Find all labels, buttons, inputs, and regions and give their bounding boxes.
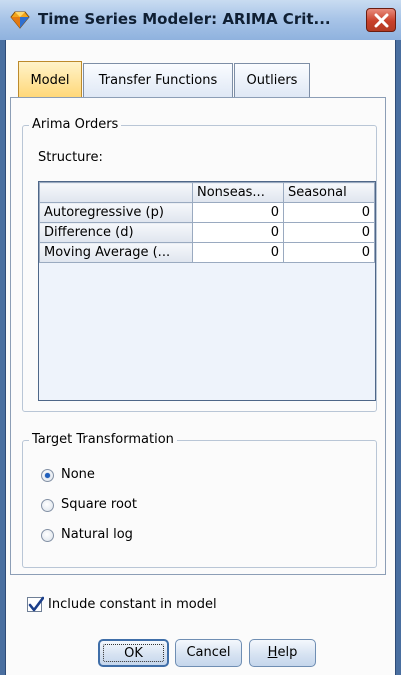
cell-ar-seasonal[interactable]: 0: [283, 202, 375, 223]
dialog-window: Time Series Modeler: ARIMA Crit... Model…: [0, 0, 401, 675]
column-header-nonseasonal[interactable]: Nonseas...: [192, 182, 284, 203]
tab-outliers[interactable]: Outliers: [234, 63, 310, 97]
help-button-label: elp: [277, 645, 298, 660]
table-row: Difference (d) 0 0: [39, 222, 375, 243]
column-header-seasonal[interactable]: Seasonal: [283, 182, 375, 203]
row-header-difference: Difference (d): [39, 222, 193, 243]
arima-orders-grid[interactable]: Nonseas... Seasonal Autoregressive (p) 0…: [38, 181, 376, 401]
row-header-moving-average: Moving Average (...: [39, 242, 193, 263]
tab-model[interactable]: Model: [18, 61, 82, 98]
cell-diff-seasonal[interactable]: 0: [283, 222, 375, 243]
table-row: Moving Average (... 0 0: [39, 242, 375, 263]
arima-orders-table: Nonseas... Seasonal Autoregressive (p) 0…: [39, 182, 375, 263]
help-mnemonic: H: [267, 645, 278, 660]
table-row: Autoregressive (p) 0 0: [39, 202, 375, 223]
close-icon: [374, 13, 389, 28]
structure-label: Structure:: [38, 150, 103, 165]
arima-orders-title: Arima Orders: [29, 117, 122, 132]
checkmark-icon: [28, 596, 44, 612]
radio-button[interactable]: [41, 469, 54, 482]
ok-button[interactable]: OK: [98, 639, 169, 667]
radio-label: Square root: [61, 497, 137, 512]
target-transformation-title: Target Transformation: [29, 432, 177, 447]
row-header-autoregressive: Autoregressive (p): [39, 202, 193, 223]
cancel-button[interactable]: Cancel: [175, 639, 242, 667]
radio-button[interactable]: [41, 529, 54, 542]
radio-button[interactable]: [41, 499, 54, 512]
cell-ar-nonseasonal[interactable]: 0: [192, 202, 284, 223]
table-header-row: Nonseas... Seasonal: [39, 182, 375, 203]
include-constant-checkbox[interactable]: [27, 596, 44, 612]
column-header-corner: [39, 182, 193, 203]
cell-ma-seasonal[interactable]: 0: [283, 242, 375, 263]
radio-label: None: [61, 467, 95, 482]
title-bar[interactable]: Time Series Modeler: ARIMA Crit...: [0, 0, 401, 40]
tab-transfer-functions[interactable]: Transfer Functions: [83, 63, 233, 97]
cancel-button-label: Cancel: [186, 645, 231, 660]
radio-label: Natural log: [61, 527, 133, 542]
window-title: Time Series Modeler: ARIMA Crit...: [38, 10, 331, 28]
focus-rectangle: [103, 644, 164, 662]
close-button[interactable]: [366, 8, 396, 32]
cell-ma-nonseasonal[interactable]: 0: [192, 242, 284, 263]
help-button[interactable]: Help: [249, 639, 316, 667]
app-diamond-icon: [10, 10, 30, 30]
include-constant-label[interactable]: Include constant in model: [48, 597, 217, 612]
cell-diff-nonseasonal[interactable]: 0: [192, 222, 284, 243]
